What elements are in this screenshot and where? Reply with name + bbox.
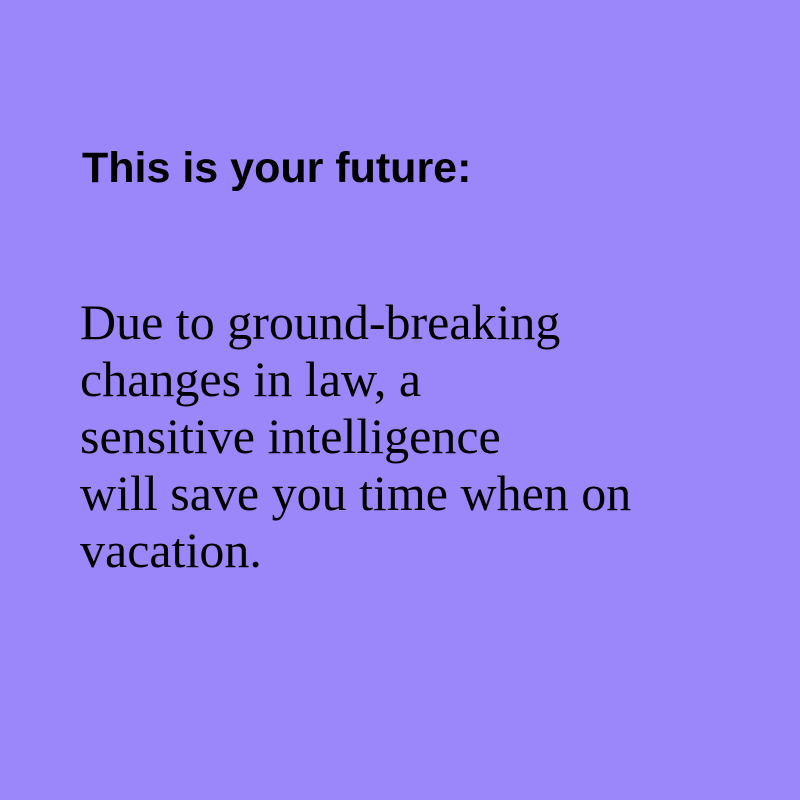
body-line: will save you time when on <box>80 465 632 521</box>
body-line: changes in law, a <box>80 351 422 407</box>
body-line: sensitive intelligence <box>80 408 501 464</box>
poster-canvas: This is your future: Due to ground-break… <box>0 0 800 800</box>
body-line: vacation. <box>80 522 262 578</box>
body-line: Due to ground-breaking <box>80 294 561 350</box>
body-text: Due to ground-breaking changes in law, a… <box>80 294 631 579</box>
heading: This is your future: <box>82 144 472 192</box>
